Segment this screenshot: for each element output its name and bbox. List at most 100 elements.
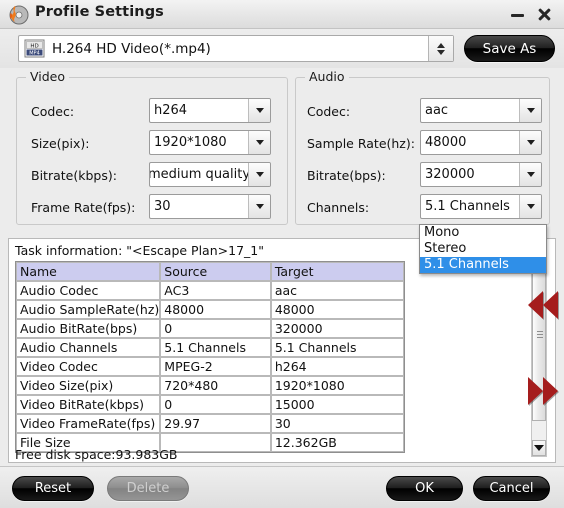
- audio-samplerate-label: Sample Rate(hz):: [307, 136, 415, 151]
- cell-name: Audio BitRate(bps): [16, 319, 161, 338]
- chevron-down-icon[interactable]: [248, 195, 270, 218]
- table-row[interactable]: Video BitRate(kbps) 0 15000: [16, 395, 404, 414]
- ok-button[interactable]: OK: [386, 476, 463, 501]
- cell-name: Video BitRate(kbps): [16, 395, 161, 414]
- cell-name: Video FrameRate(fps): [16, 414, 161, 433]
- scrollbar-grip-icon: [537, 331, 543, 338]
- cell-source: MPEG-2: [160, 357, 271, 376]
- table-row[interactable]: Video Size(pix) 720*480 1920*1080: [16, 376, 404, 395]
- video-codec-label: Codec:: [31, 104, 75, 119]
- cancel-button[interactable]: Cancel: [473, 476, 550, 501]
- cell-source: AC3: [160, 281, 271, 300]
- column-header-source: Source: [160, 262, 271, 281]
- cell-target: 30: [270, 414, 404, 433]
- table-row[interactable]: Audio Codec AC3 aac: [16, 281, 404, 300]
- cell-name: Audio SampleRate(hz): [16, 300, 161, 319]
- cell-name: Audio Channels: [16, 338, 161, 357]
- rewind-double-arrow-icon[interactable]: [528, 291, 558, 319]
- chevron-down-icon[interactable]: [519, 131, 541, 154]
- task-information-table: Name Source Target Audio Codec AC3 aac A…: [15, 261, 405, 453]
- audio-channels-select[interactable]: 5.1 Channels: [420, 194, 542, 219]
- cell-target: 12.362GB: [270, 433, 404, 452]
- dropdown-option-5-1-channels[interactable]: 5.1 Channels: [420, 257, 546, 273]
- column-header-target: Target: [270, 262, 404, 281]
- cell-source: 0: [160, 319, 271, 338]
- audio-channels-label: Channels:: [307, 200, 370, 215]
- video-size-label: Size(pix):: [31, 136, 90, 151]
- chevron-down-icon[interactable]: [248, 99, 270, 122]
- chevron-down-icon[interactable]: [248, 163, 270, 186]
- dropdown-option-mono[interactable]: Mono: [420, 225, 546, 241]
- task-information-title: Task information: "<Escape Plan>17_1": [15, 243, 264, 258]
- vertical-scrollbar[interactable]: [531, 245, 547, 457]
- footer-bar: Reset Delete OK Cancel: [0, 466, 564, 508]
- table-row[interactable]: Video Codec MPEG-2 h264: [16, 357, 404, 376]
- save-as-button[interactable]: Save As: [464, 35, 555, 62]
- column-header-name: Name: [16, 262, 161, 281]
- profile-select[interactable]: HD MP4 H.264 HD Video(*.mp4): [18, 35, 454, 62]
- audio-samplerate-value: 48000: [425, 135, 467, 150]
- cell-source: 0: [160, 395, 271, 414]
- cell-target: 48000: [270, 300, 404, 319]
- video-codec-value: h264: [154, 103, 188, 118]
- cell-name: Video Codec: [16, 357, 161, 376]
- mp4-hd-file-icon: HD MP4: [24, 39, 45, 58]
- forward-double-arrow-icon[interactable]: [528, 377, 558, 405]
- audio-settings-group: Audio Codec: aac Sample Rate(hz): 48000 …: [295, 69, 550, 225]
- video-framerate-label: Frame Rate(fps):: [31, 200, 136, 215]
- table-header-row: Name Source Target: [16, 262, 404, 281]
- profile-value: H.264 HD Video(*.mp4): [52, 40, 211, 57]
- cell-target: h264: [270, 357, 404, 376]
- rewind-arrow-1: [528, 291, 543, 319]
- reset-button[interactable]: Reset: [12, 476, 94, 501]
- svg-text:MP4: MP4: [29, 50, 40, 56]
- chevron-down-icon[interactable]: [519, 195, 541, 218]
- cell-source: 29.97: [160, 414, 271, 433]
- cell-target: aac: [270, 281, 404, 300]
- chevron-down-icon[interactable]: [519, 99, 541, 122]
- minimize-icon[interactable]: [508, 4, 528, 24]
- table-row[interactable]: Video FrameRate(fps) 29.97 30: [16, 414, 404, 433]
- video-bitrate-label: Bitrate(kbps):: [31, 168, 117, 183]
- profile-row: HD MP4 H.264 HD Video(*.mp4) Save As: [0, 29, 564, 68]
- video-codec-select[interactable]: h264: [149, 98, 271, 123]
- spinner-up-down-icon[interactable]: [428, 36, 453, 61]
- delete-button: Delete: [107, 476, 189, 501]
- cell-target: 1920*1080: [270, 376, 404, 395]
- audio-channels-dropdown-list[interactable]: Mono Stereo 5.1 Channels: [419, 224, 547, 274]
- cell-target: 320000: [270, 319, 404, 338]
- audio-codec-label: Codec:: [307, 104, 351, 119]
- video-framerate-select[interactable]: 30: [149, 194, 271, 219]
- svg-text:HD: HD: [30, 43, 38, 49]
- audio-bitrate-select[interactable]: 320000: [420, 162, 542, 187]
- cell-source: 48000: [160, 300, 271, 319]
- chevron-down-icon[interactable]: [248, 131, 270, 154]
- chevron-down-icon[interactable]: [519, 163, 541, 186]
- audio-samplerate-select[interactable]: 48000: [420, 130, 542, 155]
- title-bar: Profile Settings: [0, 0, 564, 29]
- audio-channels-value: 5.1 Channels: [425, 199, 510, 214]
- scrollbar-down-arrow-icon[interactable]: [532, 440, 546, 456]
- forward-arrow-1: [528, 377, 543, 405]
- page-title: Profile Settings: [35, 4, 164, 20]
- close-icon[interactable]: [534, 4, 554, 24]
- audio-bitrate-label: Bitrate(bps):: [307, 168, 386, 183]
- audio-codec-select[interactable]: aac: [420, 98, 542, 123]
- table-row[interactable]: Audio SampleRate(hz) 48000 48000: [16, 300, 404, 319]
- cell-target: 5.1 Channels: [270, 338, 404, 357]
- cell-source: 720*480: [160, 376, 271, 395]
- video-size-select[interactable]: 1920*1080: [149, 130, 271, 155]
- disc-flame-icon: [9, 5, 29, 25]
- video-bitrate-select[interactable]: medium quality: [149, 162, 271, 187]
- table-row[interactable]: Audio Channels 5.1 Channels 5.1 Channels: [16, 338, 404, 357]
- cell-name: Audio Codec: [16, 281, 161, 300]
- audio-group-legend: Audio: [305, 69, 349, 84]
- cell-target: 15000: [270, 395, 404, 414]
- dropdown-option-stereo[interactable]: Stereo: [420, 241, 546, 257]
- rewind-arrow-2: [543, 291, 558, 319]
- video-bitrate-value: medium quality: [149, 167, 248, 182]
- video-group-legend: Video: [26, 69, 70, 84]
- free-disk-space-label: Free disk space:93.983GB: [15, 447, 178, 462]
- table-row[interactable]: Audio BitRate(bps) 0 320000: [16, 319, 404, 338]
- audio-codec-value: aac: [425, 103, 449, 118]
